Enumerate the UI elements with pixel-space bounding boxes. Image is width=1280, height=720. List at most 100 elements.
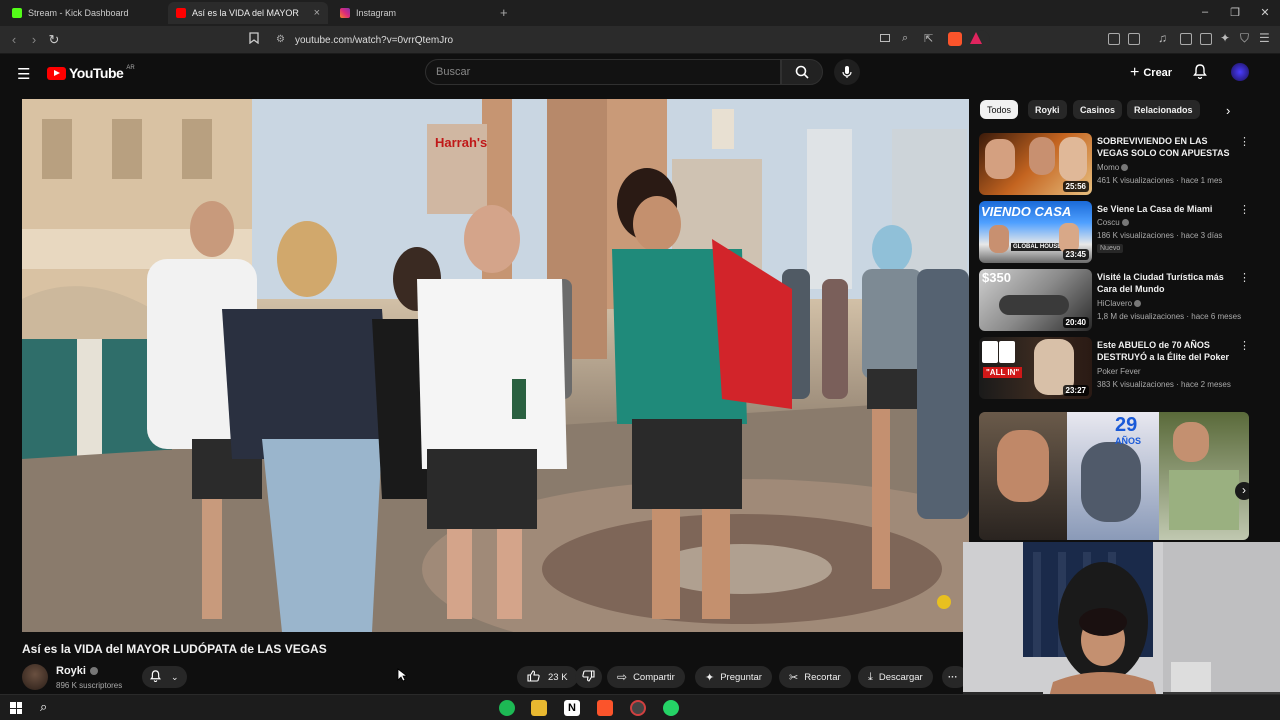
- channel-avatar[interactable]: [22, 664, 48, 690]
- extensions-icon[interactable]: [1108, 33, 1120, 45]
- tab-youtube-video[interactable]: Así es la VIDA del MAYOR LUDÓ ×: [168, 2, 328, 24]
- recommendation-title: Este ABUELO de 70 AÑOS DESTRUYÓ a la Éli…: [1097, 340, 1230, 362]
- zoom-icon[interactable]: ⌕: [902, 32, 908, 45]
- youtube-header: ☰ YouTube AR Buscar + Crear: [0, 54, 1280, 92]
- more-horizontal-icon: ···: [948, 671, 958, 683]
- video-thumbnail[interactable]: VIENDO CASA GLOBAL HOUSE 23:45: [979, 201, 1092, 263]
- site-settings-icon[interactable]: ⚙: [276, 34, 285, 45]
- reload-icon[interactable]: ↻: [46, 32, 62, 48]
- download-button[interactable]: ⤓ Descargar: [858, 666, 933, 688]
- verified-icon: [1121, 164, 1129, 171]
- video-frame-image: Harrah's: [22, 99, 969, 632]
- minimize-icon[interactable]: –: [1198, 6, 1212, 18]
- subscriber-count: 896 K suscriptores: [56, 681, 123, 690]
- vpn-shield-icon[interactable]: ⛉: [1240, 31, 1249, 46]
- video-thumbnail[interactable]: 25:56: [979, 133, 1092, 195]
- tab-kick-dashboard[interactable]: Stream - Kick Dashboard: [4, 2, 164, 24]
- chip-todos[interactable]: Todos: [980, 100, 1019, 119]
- recommendation-title: Se Viene La Casa de Miami: [1097, 204, 1213, 214]
- video-duration: 25:56: [1062, 181, 1089, 192]
- tab-instagram[interactable]: Instagram: [332, 2, 492, 24]
- forward-icon[interactable]: ›: [26, 32, 42, 47]
- new-tab-button[interactable]: +: [500, 5, 508, 20]
- recommendation-item[interactable]: 25:56 SOBREVIVIENDO EN LAS VEGAS SOLO CO…: [979, 133, 1269, 195]
- notion-icon[interactable]: N: [564, 700, 580, 716]
- file-explorer-icon[interactable]: [531, 700, 547, 716]
- more-vertical-icon[interactable]: ⋮: [1239, 203, 1250, 216]
- channel-name-row[interactable]: Royki: [56, 665, 98, 677]
- brave-shields-icon[interactable]: [948, 32, 962, 46]
- like-button[interactable]: 23 K: [517, 666, 578, 688]
- video-thumbnail[interactable]: "ALL IN" 23:27: [979, 337, 1092, 399]
- chip-relacionados[interactable]: Relacionados: [1127, 100, 1200, 119]
- search-button[interactable]: [781, 59, 823, 85]
- share-label: Compartir: [633, 671, 675, 683]
- video-title: Así es la VIDA del MAYOR LUDÓPATA de LAS…: [22, 642, 327, 656]
- browser-tab-strip: Stream - Kick Dashboard Así es la VIDA d…: [0, 0, 1280, 26]
- brave-browser-icon[interactable]: [597, 700, 613, 716]
- clip-button[interactable]: ✂ Recortar: [779, 666, 851, 688]
- reading-list-icon[interactable]: [1128, 33, 1140, 45]
- obs-icon[interactable]: [630, 700, 646, 716]
- mouse-cursor: [397, 668, 409, 687]
- tab-label: Stream - Kick Dashboard: [28, 8, 129, 18]
- ask-button[interactable]: ✦ Preguntar: [695, 666, 772, 688]
- chip-casinos[interactable]: Casinos: [1073, 100, 1123, 119]
- media-icon[interactable]: ♫: [1158, 31, 1167, 45]
- recommendation-item[interactable]: VIENDO CASA GLOBAL HOUSE 23:45 Se Viene …: [979, 201, 1269, 263]
- video-thumbnail[interactable]: $350 20:40: [979, 269, 1092, 331]
- more-vertical-icon[interactable]: ⋮: [1239, 339, 1250, 352]
- search-input[interactable]: Buscar: [425, 59, 781, 85]
- address-bar-row: ‹ › ↻ ⚙ youtube.com/watch?v=0vrrQtemJro …: [0, 26, 1280, 54]
- banner-word: AÑOS: [1115, 436, 1142, 446]
- menu-icon[interactable]: ☰: [1259, 31, 1270, 45]
- more-vertical-icon[interactable]: ⋮: [1239, 271, 1250, 284]
- restore-icon[interactable]: ❐: [1228, 6, 1242, 19]
- spotify-icon[interactable]: [499, 700, 515, 716]
- account-avatar[interactable]: [1231, 63, 1249, 81]
- youtube-logo[interactable]: YouTube AR: [47, 65, 135, 81]
- thumbs-up-icon: [527, 669, 540, 685]
- share-button[interactable]: ⇨ Compartir: [607, 666, 685, 688]
- more-vertical-icon[interactable]: ⋮: [1239, 135, 1250, 148]
- cast-icon[interactable]: [880, 34, 890, 42]
- dislike-button[interactable]: [575, 666, 602, 688]
- video-player[interactable]: Harrah's: [22, 99, 969, 632]
- share-page-icon[interactable]: ⇱: [924, 32, 933, 45]
- recommendation-item[interactable]: $350 20:40 Visité la Ciudad Turística má…: [979, 269, 1269, 331]
- brave-rewards-icon[interactable]: [970, 32, 982, 44]
- tab-label: Instagram: [356, 8, 397, 18]
- windows-start-icon[interactable]: [10, 702, 22, 714]
- chips-next-arrow-icon[interactable]: ›: [1226, 103, 1230, 118]
- thumbnail-subtext: GLOBAL HOUSE: [1011, 243, 1064, 251]
- voice-search-button[interactable]: [834, 59, 860, 85]
- sidebar-icon[interactable]: [1180, 33, 1192, 45]
- close-window-icon[interactable]: ✕: [1258, 6, 1272, 19]
- shorts-banner[interactable]: 29 AÑOS ›: [979, 412, 1249, 540]
- chip-royki[interactable]: Royki: [1028, 100, 1067, 119]
- notifications-bell-icon[interactable]: [1193, 64, 1207, 84]
- like-count: 23 K: [548, 671, 568, 683]
- bookmark-icon[interactable]: [246, 32, 262, 47]
- clip-label: Recortar: [804, 671, 841, 683]
- banner-number: 29: [1115, 414, 1138, 436]
- leo-ai-icon[interactable]: ✦: [1220, 31, 1230, 45]
- hamburger-menu-icon[interactable]: ☰: [17, 65, 30, 83]
- banner-next-arrow-icon[interactable]: ›: [1235, 482, 1249, 500]
- whatsapp-icon[interactable]: [663, 700, 679, 716]
- wallet-icon[interactable]: [1200, 33, 1212, 45]
- close-tab-icon[interactable]: ×: [314, 7, 320, 19]
- anime-thumbnail: 29 AÑOS: [1067, 412, 1159, 540]
- create-label: Crear: [1143, 67, 1173, 79]
- share-arrow-icon: ⇨: [617, 670, 628, 684]
- thumbnail-text: VIENDO CASA: [981, 204, 1072, 219]
- subscribed-notifications-button[interactable]: ⌄: [142, 666, 187, 688]
- recommendation-channel: Momo: [1097, 163, 1129, 172]
- recommendation-item[interactable]: "ALL IN" 23:27 Este ABUELO de 70 AÑOS DE…: [979, 337, 1269, 399]
- recommendation-title: Visité la Ciudad Turística más Cara del …: [1097, 272, 1224, 294]
- video-duration: 23:45: [1062, 249, 1089, 260]
- taskbar-search-icon[interactable]: ⌕: [40, 699, 47, 715]
- create-button[interactable]: + Crear: [1130, 64, 1172, 82]
- back-icon[interactable]: ‹: [6, 32, 22, 47]
- recommendation-meta: 186 K visualizaciones · hace 3 días: [1097, 231, 1223, 240]
